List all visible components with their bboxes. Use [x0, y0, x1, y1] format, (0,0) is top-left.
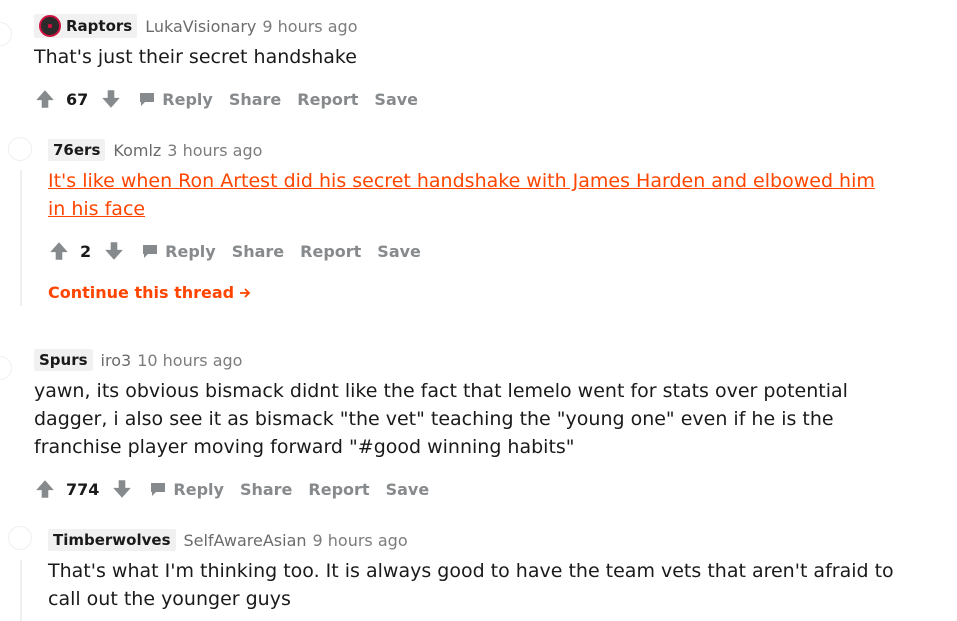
save-button[interactable]: Save: [374, 90, 418, 109]
comment-3: Spurs iro3 10 hours ago yawn, its obviou…: [34, 348, 924, 503]
comment-meta: 76ers Komlz 3 hours ago: [48, 138, 908, 162]
author-link[interactable]: Komlz: [113, 141, 161, 160]
comment-meta: Raptors LukaVisionary 9 hours ago: [34, 14, 934, 38]
avatar[interactable]: [0, 22, 12, 46]
comment-2: 76ers Komlz 3 hours ago It's like when R…: [48, 138, 908, 302]
upvote-icon[interactable]: [34, 478, 56, 500]
avatar[interactable]: [8, 137, 32, 161]
report-button[interactable]: Report: [308, 480, 369, 499]
timestamp[interactable]: 9 hours ago: [262, 17, 357, 36]
comment-body: It's like when Ron Artest did his secret…: [48, 167, 898, 223]
vote-count: 2: [80, 241, 92, 261]
share-button[interactable]: Share: [232, 242, 284, 261]
comment-body: That's just their secret handshake: [34, 46, 357, 68]
timestamp[interactable]: 10 hours ago: [137, 351, 242, 370]
comment-4: Timberwolves SelfAwareAsian 9 hours ago …: [48, 528, 928, 613]
reply-button[interactable]: Reply: [138, 90, 213, 109]
comment-body: That's what I'm thinking too. It is alwa…: [48, 560, 894, 610]
save-button[interactable]: Save: [386, 480, 430, 499]
comment-actions: 2 Reply Share Report Save: [48, 237, 908, 265]
save-button[interactable]: Save: [377, 242, 421, 261]
thread-line[interactable]: [20, 170, 22, 306]
vote-count: 774: [66, 479, 100, 499]
user-flair: Raptors: [34, 14, 138, 38]
share-button[interactable]: Share: [240, 480, 292, 499]
downvote-icon[interactable]: [111, 478, 133, 500]
user-flair: 76ers: [48, 139, 106, 161]
author-link[interactable]: iro3: [101, 351, 132, 370]
comment-icon: [143, 245, 158, 258]
continue-thread-link[interactable]: Continue this thread: [48, 283, 252, 302]
share-button[interactable]: Share: [229, 90, 281, 109]
comment-actions: 67 Reply Share Report Save: [34, 85, 934, 113]
timestamp[interactable]: 3 hours ago: [167, 141, 262, 160]
author-link[interactable]: SelfAwareAsian: [184, 531, 307, 550]
timestamp[interactable]: 9 hours ago: [313, 531, 408, 550]
author-link[interactable]: LukaVisionary: [145, 17, 256, 36]
upvote-icon[interactable]: [48, 240, 70, 262]
downvote-icon[interactable]: [103, 240, 125, 262]
comment-icon: [140, 93, 155, 106]
user-flair: Spurs: [34, 349, 93, 371]
comment-icon: [151, 483, 166, 496]
vote-count: 67: [66, 89, 89, 109]
comment-body: yawn, its obvious bismack didnt like the…: [34, 380, 848, 458]
downvote-icon[interactable]: [100, 88, 122, 110]
comment-1: Raptors LukaVisionary 9 hours ago That's…: [34, 14, 934, 113]
raptors-logo-icon: [39, 15, 61, 37]
avatar[interactable]: [8, 526, 32, 550]
report-button[interactable]: Report: [300, 242, 361, 261]
comment-meta: Timberwolves SelfAwareAsian 9 hours ago: [48, 528, 928, 552]
comment-actions: 774 Reply Share Report Save: [34, 475, 924, 503]
report-button[interactable]: Report: [297, 90, 358, 109]
arrow-right-icon: [240, 287, 251, 298]
upvote-icon[interactable]: [34, 88, 56, 110]
thread-line[interactable]: [20, 560, 22, 621]
comment-link[interactable]: It's like when Ron Artest did his secret…: [48, 170, 875, 220]
reply-button[interactable]: Reply: [149, 480, 224, 499]
reply-button[interactable]: Reply: [141, 242, 216, 261]
user-flair: Timberwolves: [48, 529, 176, 551]
comment-meta: Spurs iro3 10 hours ago: [34, 348, 924, 372]
avatar[interactable]: [0, 356, 12, 380]
